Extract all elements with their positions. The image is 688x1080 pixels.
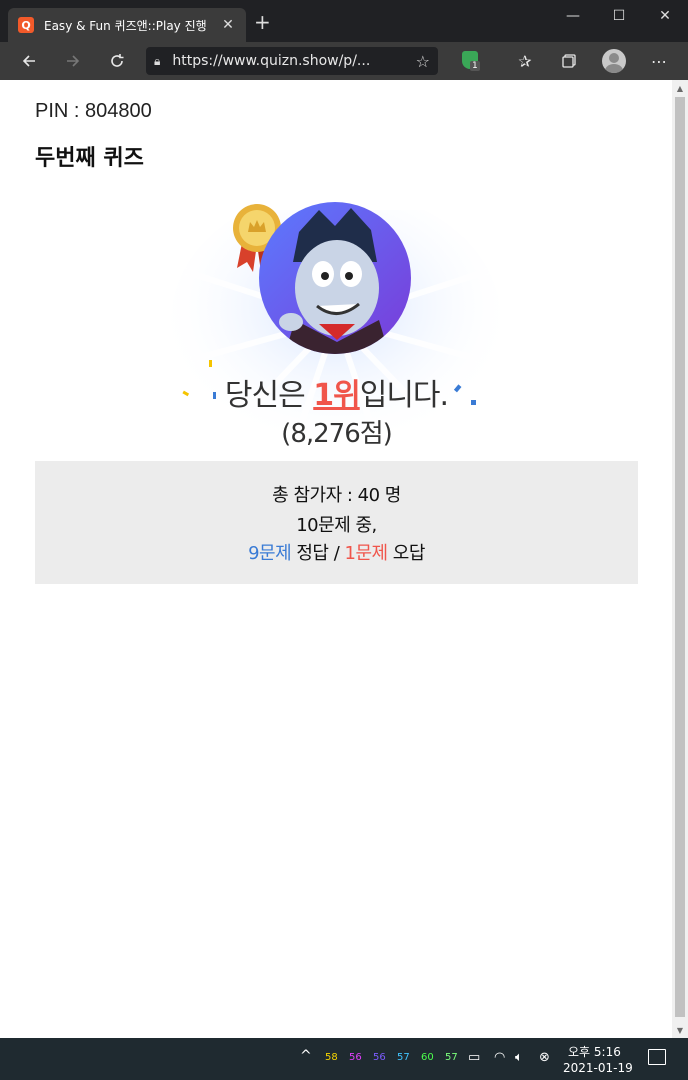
question-total: 10문제 중, <box>296 515 377 536</box>
address-bar[interactable]: 🔒︎ https://www.quizn.show/p/... ☆ <box>146 47 438 75</box>
correct-label: 정답 / <box>291 543 345 564</box>
forward-icon[interactable] <box>60 48 86 74</box>
tray-close-icon[interactable]: ⊗ <box>539 1050 550 1065</box>
refresh-icon[interactable] <box>104 48 130 74</box>
back-icon[interactable] <box>16 48 42 74</box>
tray-number[interactable]: 58 <box>325 1052 338 1063</box>
tray-number[interactable]: 60 <box>421 1052 434 1063</box>
tray-number[interactable]: 56 <box>373 1052 386 1063</box>
url-text[interactable]: https://www.quizn.show/p/... <box>172 53 415 69</box>
battery-icon[interactable]: ▭ <box>468 1050 480 1065</box>
tray-number[interactable]: 57 <box>397 1052 410 1063</box>
correct-count: 9문제 <box>248 543 292 564</box>
rank-suffix: 입니다. <box>359 378 449 413</box>
clock-time[interactable]: 오후 5:16 <box>568 1043 621 1060</box>
profile-icon[interactable] <box>602 49 626 73</box>
collections-icon[interactable] <box>556 48 582 74</box>
browser-tab[interactable]: Q Easy & Fun 퀴즈앤::Play 진행 ✕ <box>8 8 246 42</box>
scroll-up-icon[interactable]: ▲ <box>672 80 688 96</box>
wifi-icon[interactable]: ◠ <box>494 1050 505 1065</box>
rank-text: 당신은 1위입니다. <box>1 370 672 414</box>
window-close-icon[interactable]: ✕ <box>642 0 688 32</box>
notification-icon[interactable] <box>648 1049 666 1065</box>
pin-label: PIN : 804800 <box>35 100 152 122</box>
tray-number[interactable]: 57 <box>445 1052 458 1063</box>
score-text: (8,276점) <box>281 419 393 449</box>
volume-icon[interactable]: 🔈︎ <box>515 1050 523 1065</box>
tray-number[interactable]: 56 <box>349 1052 362 1063</box>
windows-taskbar: ^ 58 56 56 57 60 57 ▭ ◠ 🔈︎ ⊗ 오후 5:16 202… <box>0 1038 688 1080</box>
quiz-title: 두번째 퀴즈 <box>35 146 144 171</box>
page-content: PIN : 804800 두번째 퀴즈 당신은 1위입니다. (8,276점) … <box>1 80 672 1038</box>
favorites-icon[interactable]: ✰ <box>512 48 538 74</box>
wrong-count: 1문제 <box>344 543 389 564</box>
extension-badge-count: 1 <box>470 61 480 71</box>
more-icon[interactable]: ⋯ <box>646 48 672 74</box>
maximize-icon[interactable]: ☐ <box>596 0 642 32</box>
vertical-scrollbar[interactable]: ▲ ▼ <box>672 80 688 1038</box>
participants-count: 총 참가자 : 40 명 <box>272 485 401 506</box>
result-summary-box: 총 참가자 : 40 명 10문제 중, 9문제 정답 / 1문제 오답 <box>35 461 638 584</box>
site-favicon: Q <box>18 17 34 33</box>
lock-icon[interactable]: 🔒︎ <box>154 54 160 69</box>
scroll-down-icon[interactable]: ▼ <box>672 1022 688 1038</box>
star-icon[interactable]: ☆ <box>416 52 430 71</box>
rank-prefix: 당신은 <box>224 378 314 413</box>
wrong-label: 오답 <box>387 543 426 564</box>
tab-close-icon[interactable]: ✕ <box>220 17 236 33</box>
clock-date[interactable]: 2021-01-19 <box>563 1061 633 1075</box>
scroll-thumb[interactable] <box>675 97 685 1017</box>
new-tab-icon[interactable]: + <box>254 12 271 32</box>
browser-toolbar: 🔒︎ https://www.quizn.show/p/... ☆ 1 ✰ ⋯ <box>0 42 688 80</box>
minimize-icon[interactable]: — <box>550 0 596 32</box>
tab-title: Easy & Fun 퀴즈앤::Play 진행 <box>44 18 207 33</box>
browser-titlebar: Q Easy & Fun 퀴즈앤::Play 진행 ✕ + — ☐ ✕ <box>0 0 688 42</box>
rank-value: 1위 <box>313 378 360 413</box>
answer-summary: 9문제 정답 / 1문제 오답 <box>35 539 638 565</box>
character-avatar <box>259 202 411 354</box>
tray-expand-icon[interactable]: ^ <box>300 1048 312 1064</box>
